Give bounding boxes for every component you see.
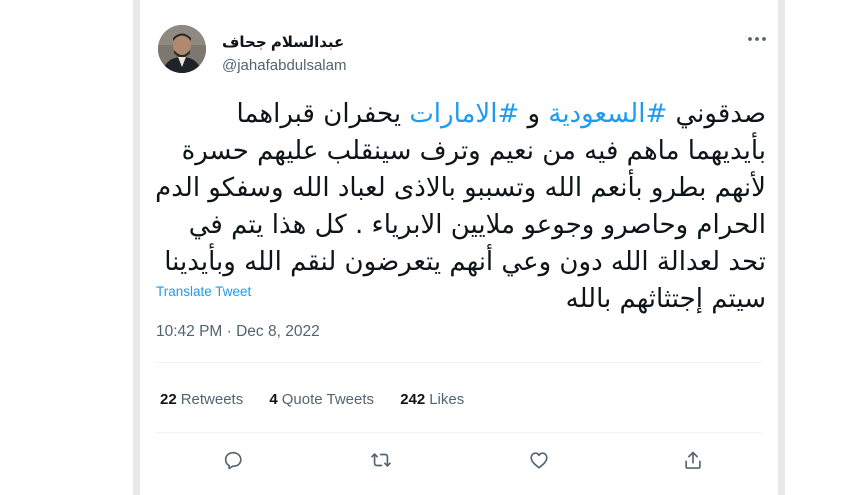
quote-tweets-count: 4 [269, 391, 278, 408]
retweet-icon [371, 453, 391, 467]
quote-tweets-label: Quote Tweets [281, 391, 375, 408]
user-handle[interactable]: @jahafabdulsalam [222, 57, 346, 74]
right-border [778, 0, 785, 495]
retweets-count: 22 [160, 391, 177, 408]
reply-button[interactable] [220, 447, 246, 473]
more-horizontal-icon[interactable] [744, 26, 770, 52]
share-button[interactable] [680, 447, 706, 473]
divider [156, 362, 762, 363]
display-name[interactable]: عبدالسلام جحاف [222, 33, 344, 51]
tweet-text-part: يحفران قبراهما بأيديهما ماهم فيه من نعيم… [155, 99, 766, 314]
tweet-timestamp[interactable]: 10:42 PM · Dec 8, 2022 [156, 323, 320, 341]
avatar-image [158, 25, 206, 73]
divider [156, 432, 762, 433]
heart-icon [530, 452, 548, 469]
page: عبدالسلام جحاف @jahafabdulsalam صدقوني #… [0, 0, 855, 495]
reply-icon [224, 451, 242, 470]
retweets-label: Retweets [180, 391, 244, 408]
retweet-button[interactable] [368, 447, 394, 473]
translate-tweet-link[interactable]: Translate Tweet [156, 284, 251, 299]
likes-stat[interactable]: 242 Likes [400, 391, 464, 408]
likes-label: Likes [429, 391, 465, 408]
tweet-card: عبدالسلام جحاف @jahafabdulsalam صدقوني #… [140, 0, 778, 495]
left-border [133, 0, 140, 495]
hashtag-link[interactable]: #السعودية [548, 99, 667, 129]
avatar[interactable] [158, 25, 206, 73]
quote-tweets-stat[interactable]: 4 Quote Tweets [269, 391, 374, 408]
likes-count: 242 [400, 391, 426, 408]
share-icon [685, 451, 701, 469]
like-button[interactable] [526, 447, 552, 473]
retweets-stat[interactable]: 22 Retweets [160, 391, 243, 408]
tweet-text-part: صدقوني [667, 99, 766, 129]
tweet-text-part: و [519, 99, 549, 129]
tweet-stats: 22 Retweets 4 Quote Tweets 242 Likes [160, 391, 486, 408]
hashtag-link[interactable]: #الامارات [409, 99, 519, 129]
